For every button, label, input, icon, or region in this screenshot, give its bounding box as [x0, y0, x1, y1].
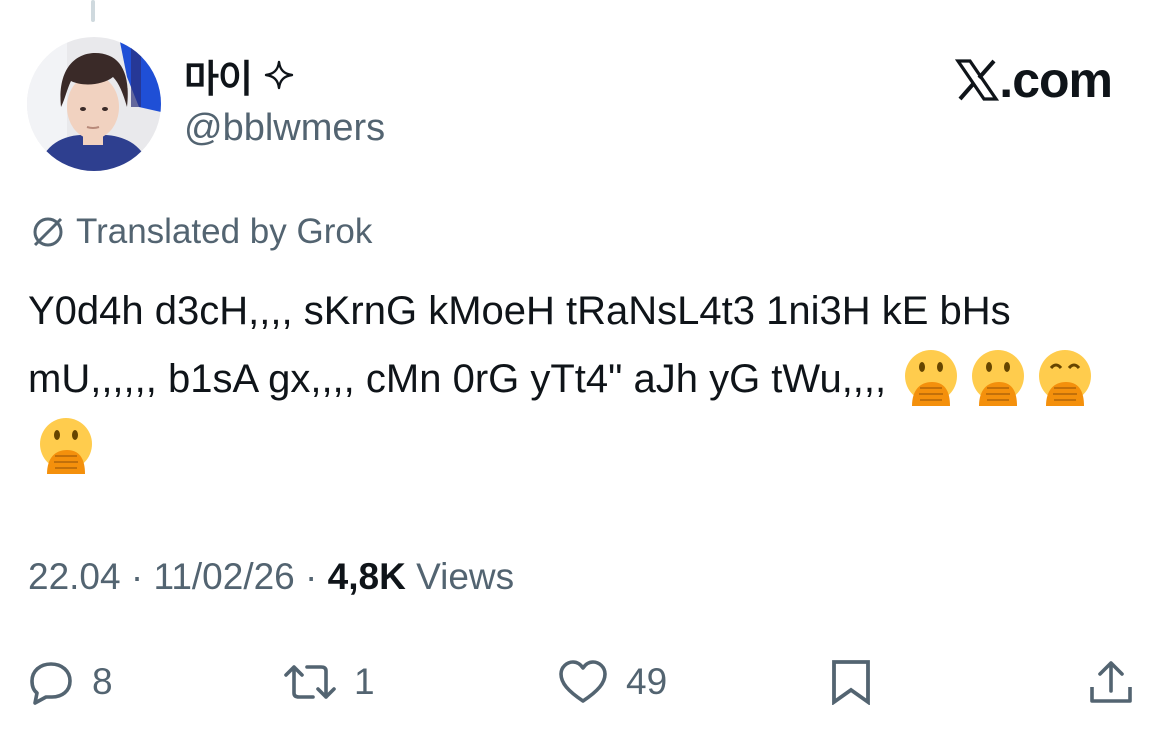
- brand-text: .com: [999, 52, 1113, 108]
- reply-button[interactable]: 8: [28, 652, 113, 712]
- repost-button[interactable]: 1: [284, 652, 375, 712]
- share-icon: [1090, 661, 1132, 703]
- action-bar: 8 1 49: [0, 652, 1170, 712]
- reply-count: 8: [92, 661, 113, 702]
- bookmark-button[interactable]: [828, 652, 874, 712]
- like-count: 49: [626, 661, 668, 702]
- translation-note[interactable]: Translated by Grok: [30, 210, 372, 254]
- tweet-time[interactable]: 22.04: [28, 556, 121, 597]
- like-button[interactable]: 49: [558, 652, 667, 712]
- brand-watermark: .com: [955, 52, 1113, 108]
- views-count: 4,8K: [327, 556, 406, 597]
- avatar[interactable]: [27, 37, 161, 171]
- face-with-hand-over-mouth-emoji: [972, 350, 1025, 406]
- face-with-hand-over-mouth-emoji: [40, 418, 92, 474]
- author-name-row: 마이: [184, 48, 294, 103]
- tweet-date[interactable]: 11/02/26: [153, 556, 294, 597]
- meta-separator: ·: [305, 556, 318, 597]
- thread-connector-line: [91, 0, 95, 22]
- author-display-name[interactable]: 마이: [184, 48, 253, 103]
- views-label: Views: [416, 556, 515, 597]
- face-with-hand-over-mouth-emoji: [905, 350, 958, 406]
- translation-note-text: Translated by Grok: [76, 212, 373, 251]
- tweet-meta: 22.04 · 11/02/26 · 4,8K Views: [28, 556, 514, 598]
- smiling-face-with-hand-over-mouth-emoji: [1039, 350, 1092, 406]
- tweet-text: Y0d4h d3cH,,,, sKrnG kMoeH tRaNsL4t3 1ni…: [28, 289, 1011, 401]
- bookmark-icon: [832, 660, 870, 705]
- translate-icon: [33, 217, 63, 247]
- author-handle[interactable]: @bblwmers: [184, 107, 385, 150]
- like-icon: [559, 660, 607, 703]
- repost-icon: [284, 665, 336, 699]
- share-button[interactable]: [1088, 652, 1134, 712]
- meta-separator: ·: [130, 556, 144, 597]
- sparkle-icon: [264, 60, 294, 90]
- repost-count: 1: [354, 661, 375, 702]
- tweet-body: Y0d4h d3cH,,,, sKrnG kMoeH tRaNsL4t3 1ni…: [28, 277, 1128, 481]
- x-logo-icon: [955, 59, 1000, 101]
- reply-icon: [30, 662, 72, 705]
